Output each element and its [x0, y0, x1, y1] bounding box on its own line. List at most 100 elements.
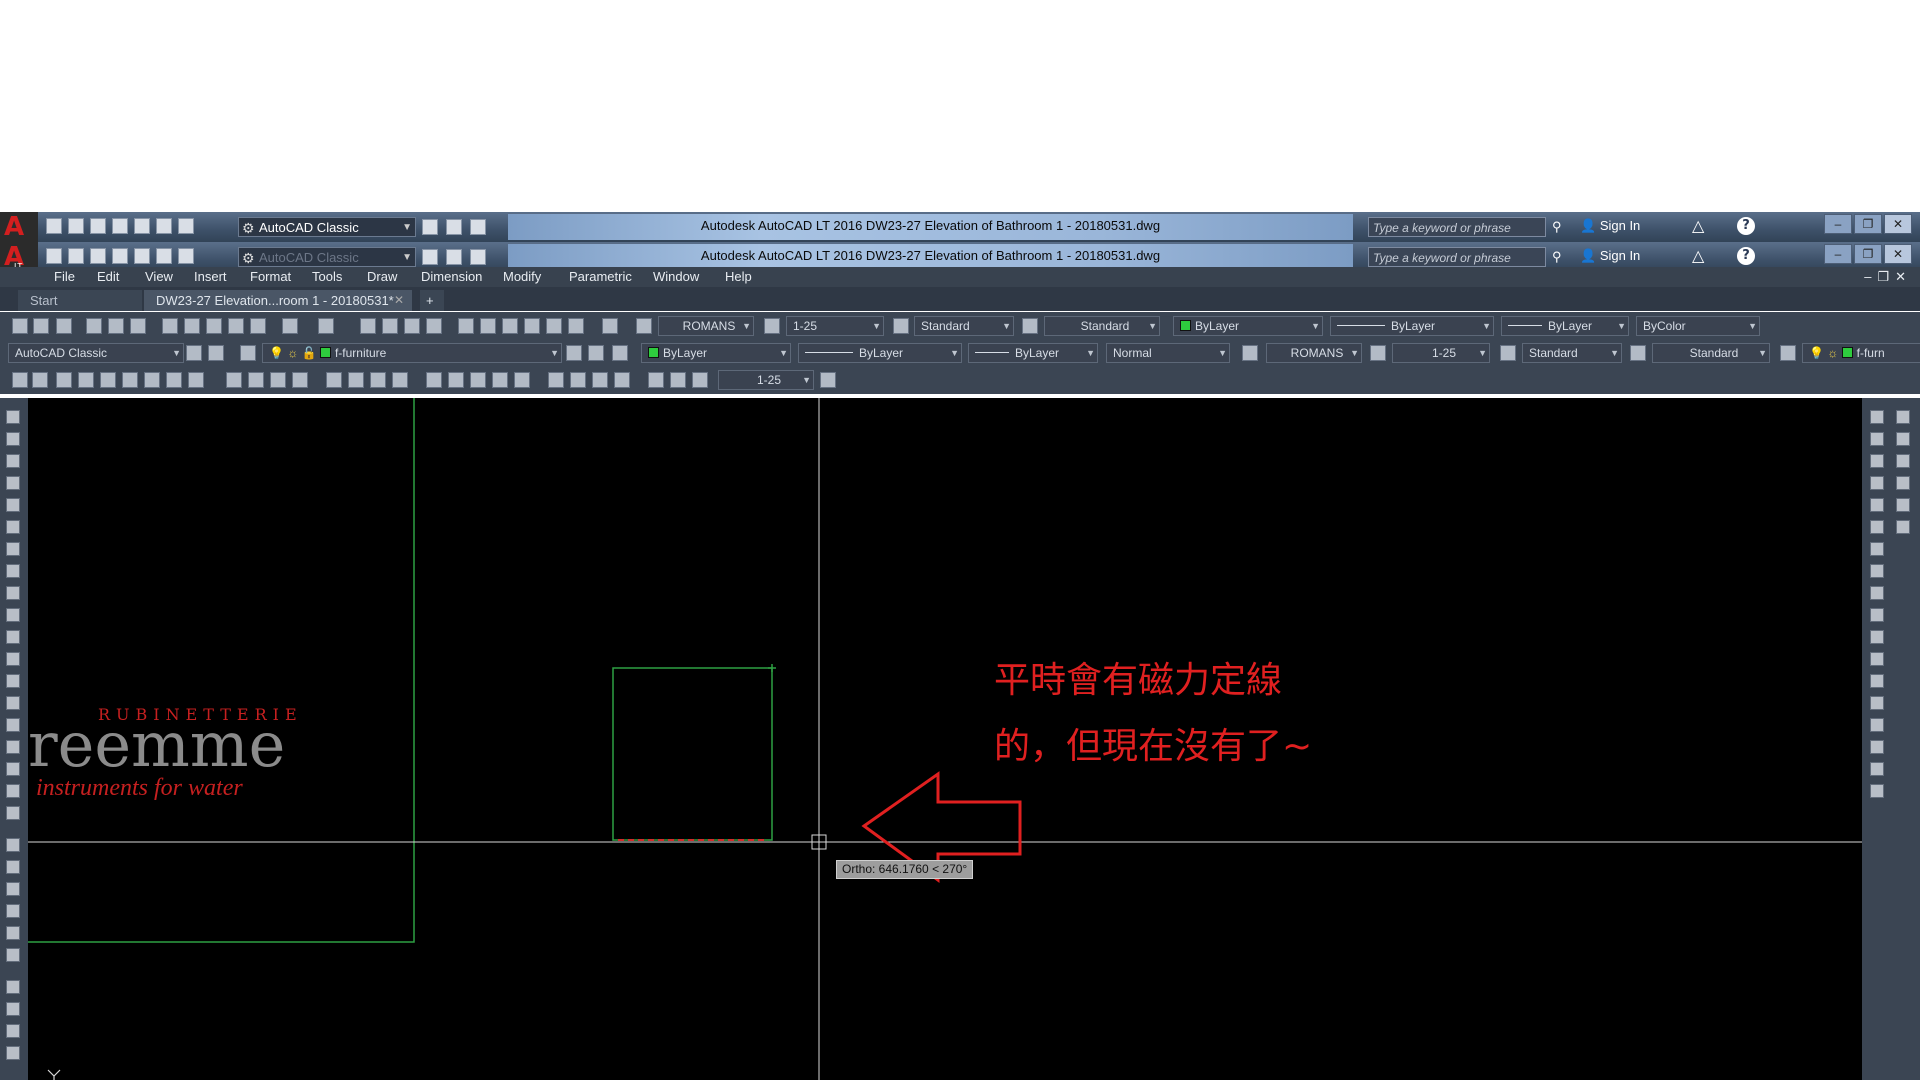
- layer-tool-4-icon[interactable]: [6, 904, 20, 918]
- dimension-text-edit-icon[interactable]: [670, 372, 686, 388]
- workspace-dropdown[interactable]: ⚙ AutoCAD Classic ▼: [238, 247, 416, 267]
- center-mark-icon[interactable]: [570, 372, 586, 388]
- lineweight-dropdown[interactable]: ByLayer ▼: [1501, 316, 1629, 336]
- draworder-front-icon[interactable]: [1896, 410, 1910, 424]
- dimension-break-icon[interactable]: [514, 372, 530, 388]
- color-dropdown[interactable]: ByLayer ▼: [641, 343, 791, 363]
- construction-line-icon[interactable]: [6, 432, 20, 446]
- move-icon[interactable]: [1870, 520, 1884, 534]
- baseline-dimension-icon[interactable]: [448, 372, 464, 388]
- redo-icon[interactable]: [318, 318, 334, 334]
- make-current-layer-icon[interactable]: [566, 345, 582, 361]
- pan-icon[interactable]: [360, 318, 376, 334]
- save-icon[interactable]: [90, 218, 106, 234]
- help-icon[interactable]: [602, 318, 618, 334]
- chamfer-icon[interactable]: [1870, 718, 1884, 732]
- drawing-canvas[interactable]: RUBINETTERIE reemme instruments for wate…: [28, 398, 1862, 1080]
- tool-palettes-icon[interactable]: [502, 318, 518, 334]
- open-icon[interactable]: [68, 218, 84, 234]
- copy-object-icon[interactable]: [1870, 432, 1884, 446]
- sign-in-button[interactable]: 👤 Sign In: [1580, 218, 1640, 234]
- close-button[interactable]: ✕: [1884, 214, 1912, 234]
- dimension-update-icon[interactable]: [692, 372, 708, 388]
- scale-icon[interactable]: [1870, 564, 1884, 578]
- color-dropdown[interactable]: ByLayer ▼: [1173, 316, 1323, 336]
- tab-start[interactable]: Start: [18, 290, 142, 311]
- help-icon[interactable]: ?: [1737, 217, 1755, 235]
- justify-text-icon[interactable]: [166, 372, 182, 388]
- undo-icon[interactable]: [282, 318, 298, 334]
- sheet-set-icon[interactable]: [524, 318, 540, 334]
- fillet-icon[interactable]: [1870, 740, 1884, 754]
- menu-draw[interactable]: Draw: [367, 269, 397, 284]
- redo-icon[interactable]: [178, 248, 194, 264]
- app-logo[interactable]: A: [0, 212, 38, 242]
- scale-text-icon[interactable]: [144, 372, 160, 388]
- autodesk-a360-icon[interactable]: △: [1692, 216, 1704, 236]
- plot-style-dropdown[interactable]: ByColor ▼: [1636, 316, 1760, 336]
- menu-format[interactable]: Format: [250, 269, 291, 284]
- edit-text-icon[interactable]: [56, 372, 72, 388]
- circle-icon[interactable]: [6, 542, 20, 556]
- radius-dimension-icon[interactable]: [326, 372, 342, 388]
- ellipse-icon[interactable]: [6, 608, 20, 622]
- minimize-button[interactable]: –: [1824, 214, 1852, 234]
- region-icon[interactable]: [6, 740, 20, 754]
- match-icon[interactable]: [446, 219, 462, 235]
- markup-icon[interactable]: [546, 318, 562, 334]
- menu-tools[interactable]: Tools: [312, 269, 342, 284]
- find-text-icon[interactable]: [78, 372, 94, 388]
- save-icon[interactable]: [90, 248, 106, 264]
- layer-previous-icon[interactable]: [588, 345, 604, 361]
- tolerance-icon[interactable]: [548, 372, 564, 388]
- hatch-back-icon[interactable]: [1896, 520, 1910, 534]
- layer-tool-3-icon[interactable]: [6, 882, 20, 896]
- layer-tool-2-icon[interactable]: [6, 860, 20, 874]
- help-icon[interactable]: ?: [1737, 247, 1755, 265]
- new-icon[interactable]: [46, 248, 62, 264]
- dim-style-dropdown[interactable]: 1-25 ▼: [718, 370, 814, 390]
- menu-help[interactable]: Help: [725, 269, 752, 284]
- inspection-icon[interactable]: [592, 372, 608, 388]
- text-front-icon[interactable]: [1896, 498, 1910, 512]
- extend-icon[interactable]: [1870, 630, 1884, 644]
- layer-tool-6-icon[interactable]: [6, 948, 20, 962]
- menu-file[interactable]: File: [54, 269, 75, 284]
- gear-icon[interactable]: [186, 345, 202, 361]
- mirror-icon[interactable]: [1870, 454, 1884, 468]
- polyline-icon[interactable]: [6, 454, 20, 468]
- draworder-above-icon[interactable]: [1896, 454, 1910, 468]
- menu-insert[interactable]: Insert: [194, 269, 227, 284]
- layer-tool-10-icon[interactable]: [6, 1046, 20, 1060]
- publish-icon[interactable]: [470, 219, 486, 235]
- restore-button[interactable]: ❐: [1854, 214, 1882, 234]
- dimension-style-icon[interactable]: [820, 372, 836, 388]
- save-as-icon[interactable]: [112, 248, 128, 264]
- menu-edit[interactable]: Edit: [97, 269, 119, 284]
- lineweight-dropdown[interactable]: ByLayer ▼: [968, 343, 1098, 363]
- open-icon[interactable]: [33, 318, 49, 334]
- new-icon[interactable]: [46, 218, 62, 234]
- explode-icon[interactable]: [1870, 784, 1884, 798]
- block-paste-icon[interactable]: [228, 318, 244, 334]
- layer-properties-icon[interactable]: [240, 345, 256, 361]
- zoom-realtime-icon[interactable]: [382, 318, 398, 334]
- layer-tool-1-icon[interactable]: [6, 838, 20, 852]
- minimize-button[interactable]: –: [1824, 244, 1852, 264]
- erase-icon[interactable]: [1870, 410, 1884, 424]
- text-style-dropdown[interactable]: ROMANS ▼: [1266, 343, 1362, 363]
- layer-icon[interactable]: [422, 249, 438, 265]
- add-selected-icon[interactable]: [6, 806, 20, 820]
- dim-style-dropdown[interactable]: 1-25 ▼: [786, 316, 884, 336]
- design-center-icon[interactable]: [480, 318, 496, 334]
- gradient-icon[interactable]: [6, 718, 20, 732]
- close-icon[interactable]: ✕: [394, 290, 404, 311]
- spell-check-icon[interactable]: [100, 372, 116, 388]
- copy-icon[interactable]: [184, 318, 200, 334]
- layer-tool-7-icon[interactable]: [6, 980, 20, 994]
- layer-tool-8-icon[interactable]: [6, 1002, 20, 1016]
- insert-block-icon[interactable]: [6, 630, 20, 644]
- convert-space-icon[interactable]: [188, 372, 204, 388]
- menu-modify[interactable]: Modify: [503, 269, 541, 284]
- save-as-icon[interactable]: [112, 218, 128, 234]
